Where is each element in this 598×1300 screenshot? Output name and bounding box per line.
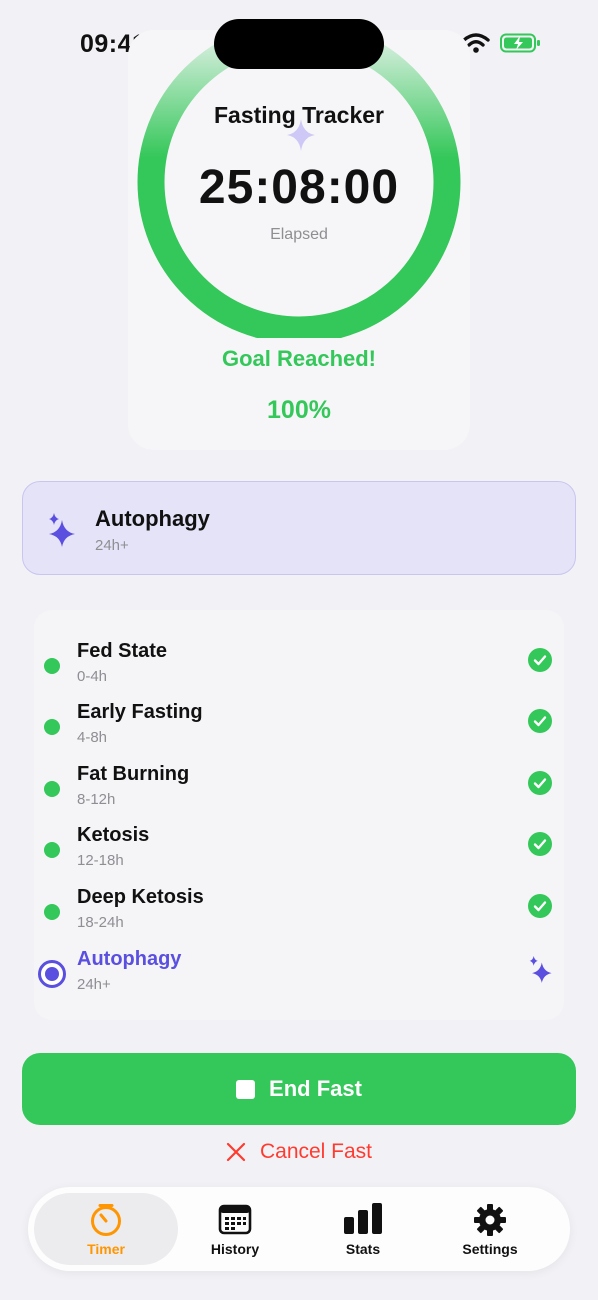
phase-name: Deep Ketosis xyxy=(77,886,204,908)
current-phase-name: Autophagy xyxy=(95,506,210,531)
phase-range: 18-24h xyxy=(77,914,124,931)
checkmark-icon xyxy=(528,648,552,672)
elapsed-label: Elapsed xyxy=(270,226,328,243)
cancel-fast-label: Cancel Fast xyxy=(259,1140,373,1163)
close-icon xyxy=(226,1142,246,1162)
phase-status-dot xyxy=(44,904,60,920)
phase-row-ketosis: Ketosis 12-18h xyxy=(34,824,564,880)
goal-status: Goal Reached! xyxy=(221,346,377,371)
gear-icon xyxy=(474,1204,506,1236)
phase-row-autophagy: Autophagy 24h+ xyxy=(34,948,564,1004)
phase-range: 0-4h xyxy=(77,668,108,685)
tab-label: Settings xyxy=(462,1241,518,1257)
tab-timer[interactable]: Timer xyxy=(34,1193,178,1265)
phase-name: Fat Burning xyxy=(77,763,190,785)
sparkles-icon xyxy=(47,512,79,553)
progress-percent: 100% xyxy=(267,396,331,424)
current-phase-indicator xyxy=(38,960,66,988)
tab-history[interactable]: History xyxy=(163,1193,307,1265)
phase-name: Fed State xyxy=(77,640,168,662)
phase-row-fed-state: Fed State 0-4h xyxy=(34,640,564,696)
phase-status-dot xyxy=(44,842,60,858)
tab-bar: Timer History Stats Settings xyxy=(28,1187,570,1271)
calendar-icon xyxy=(218,1204,252,1235)
phase-range: 12-18h xyxy=(77,852,124,869)
cancel-fast-button[interactable]: Cancel Fast xyxy=(0,1140,598,1164)
end-fast-label: End Fast xyxy=(269,1076,362,1101)
chart-icon xyxy=(344,1203,382,1234)
phase-list: Fed State 0-4h Early Fasting 4-8h Fat Bu… xyxy=(34,610,564,1020)
phase-name: Autophagy xyxy=(77,948,182,970)
phase-name: Early Fasting xyxy=(77,701,203,723)
sparkles-icon xyxy=(529,956,552,983)
checkmark-icon xyxy=(528,894,552,918)
checkmark-icon xyxy=(528,771,552,795)
tab-label: History xyxy=(210,1241,260,1257)
end-fast-button[interactable]: End Fast xyxy=(22,1053,576,1125)
phase-name: Ketosis xyxy=(77,824,150,846)
phase-range: 8-12h xyxy=(77,791,116,808)
elapsed-time: 25:08:00 xyxy=(198,161,400,214)
checkmark-icon xyxy=(528,832,552,856)
battery-icon xyxy=(500,33,540,53)
phase-status-dot xyxy=(44,658,60,674)
tab-stats[interactable]: Stats xyxy=(291,1193,435,1265)
app-title: Fasting Tracker xyxy=(213,102,385,128)
current-phase-card[interactable]: Autophagy 24h+ xyxy=(22,481,576,575)
phase-row-deep-ketosis: Deep Ketosis 18-24h xyxy=(34,886,564,942)
phase-status-dot xyxy=(44,781,60,797)
screen: 09:41 Fasting Tracker 25:08:00 Elapsed G… xyxy=(0,0,598,1300)
phase-range: 4-8h xyxy=(77,729,108,746)
tab-label: Stats xyxy=(345,1241,381,1257)
phase-range: 24h+ xyxy=(77,976,111,993)
phase-row-fat-burning: Fat Burning 8-12h xyxy=(34,763,564,819)
timer-icon xyxy=(91,1204,121,1236)
current-phase-range: 24h+ xyxy=(95,537,129,554)
tab-label: Timer xyxy=(87,1241,125,1257)
dynamic-island xyxy=(214,19,384,69)
tab-settings[interactable]: Settings xyxy=(418,1193,562,1265)
stop-icon xyxy=(236,1079,256,1099)
checkmark-icon xyxy=(528,709,552,733)
phase-row-early-fasting: Early Fasting 4-8h xyxy=(34,701,564,757)
phase-status-dot xyxy=(44,719,60,735)
